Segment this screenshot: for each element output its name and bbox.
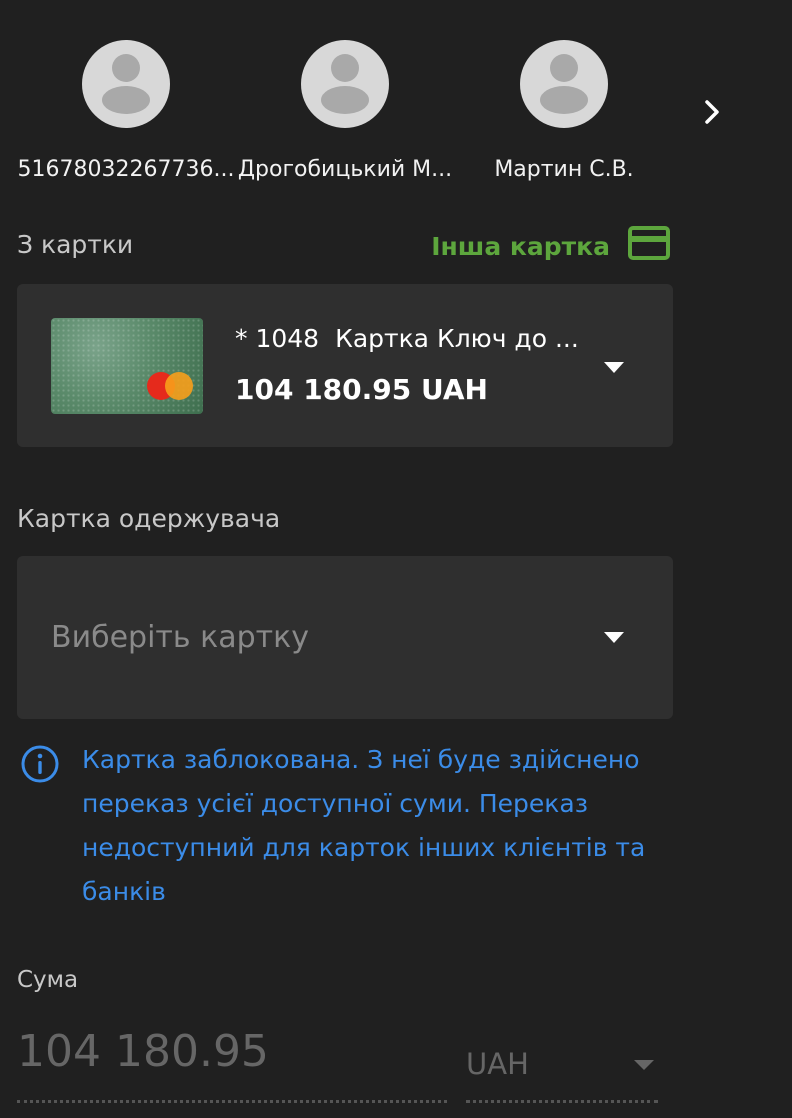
amount-label: Сума xyxy=(17,967,79,993)
card-number: * 1048 xyxy=(235,324,320,353)
contact-name: Дрогобицький М... xyxy=(237,157,453,182)
chevron-down-icon xyxy=(634,1060,654,1070)
avatar-placeholder-icon xyxy=(82,40,170,128)
source-section-label: З картки xyxy=(17,230,134,259)
recipient-placeholder: Виберіть картку xyxy=(51,620,310,655)
source-card-select[interactable]: * 1048 Картка Ключ до ... 104 180.95 UAH xyxy=(17,284,673,447)
recipient-card-select[interactable]: Виберіть картку xyxy=(17,556,673,719)
chevron-right-icon[interactable] xyxy=(696,96,728,128)
info-icon xyxy=(20,744,60,784)
chevron-down-icon xyxy=(604,362,624,373)
avatar-placeholder-icon xyxy=(301,40,389,128)
card-name: Картка Ключ до ... xyxy=(335,324,579,353)
contact-item[interactable]: Дрогобицький М... xyxy=(235,40,455,190)
card-image xyxy=(51,318,203,414)
card-title: * 1048 Картка Ключ до ... xyxy=(235,322,585,356)
contact-item[interactable]: 51678032267736... xyxy=(16,40,236,190)
contact-item[interactable]: Мартин С.В. xyxy=(454,40,674,190)
contact-name: 51678032267736... xyxy=(17,157,235,182)
recent-contacts-row: 51678032267736... Дрогобицький М... Март… xyxy=(0,0,792,200)
other-card-button[interactable]: Інша картка xyxy=(431,226,670,266)
amount-input[interactable]: 104 180.95 xyxy=(17,1022,269,1082)
credit-card-icon xyxy=(628,226,670,266)
card-balance: 104 180.95 UAH xyxy=(235,373,488,406)
chevron-down-icon xyxy=(604,632,624,643)
avatar-placeholder-icon xyxy=(520,40,608,128)
other-card-label: Інша картка xyxy=(431,231,610,261)
currency-underline xyxy=(466,1100,658,1103)
contact-name: Мартин С.В. xyxy=(494,157,634,182)
recipient-section-label: Картка одержувача xyxy=(17,504,281,533)
amount-underline xyxy=(17,1100,447,1103)
info-text: Картка заблокована. З неї буде здійснено… xyxy=(82,745,646,906)
currency-select[interactable]: UAH xyxy=(466,1044,529,1084)
